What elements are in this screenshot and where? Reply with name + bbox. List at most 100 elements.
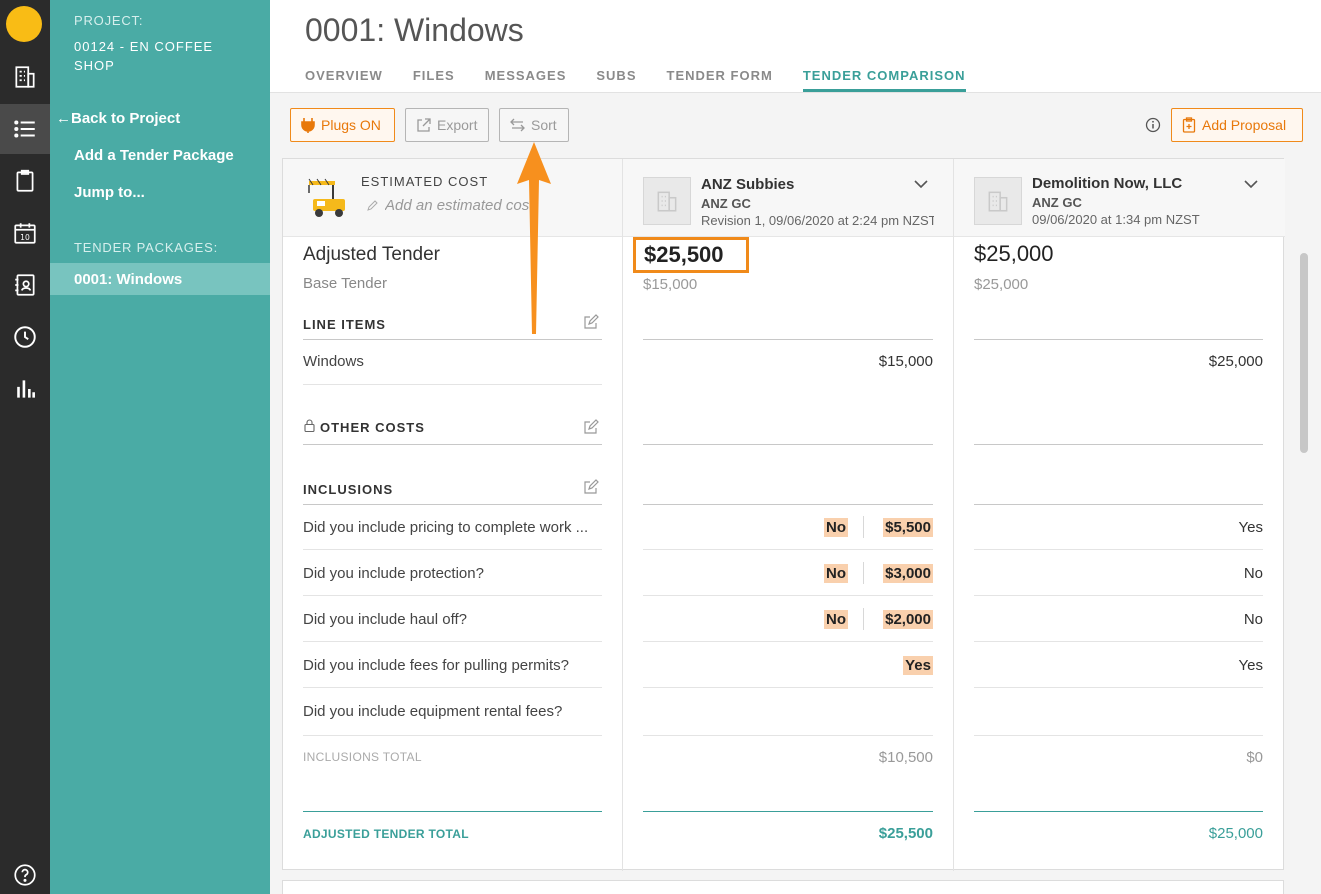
bidder-role: ANZ GC: [1032, 195, 1082, 210]
bidder-name[interactable]: Demolition Now, LLC: [1032, 175, 1182, 192]
crane-truck-icon: [308, 178, 345, 217]
sort-label: Sort: [531, 117, 557, 133]
edit-icon: [367, 200, 378, 211]
inclusions-total-value: $0: [1246, 749, 1263, 766]
edit-icon[interactable]: [583, 314, 599, 330]
inclusion-answer: No: [824, 564, 848, 583]
chevron-down-icon[interactable]: [914, 179, 928, 189]
tab-bar: OVERVIEW FILES MESSAGES SUBS TENDER FORM…: [305, 68, 966, 92]
plugs-on-button[interactable]: Plugs ON: [290, 108, 395, 142]
plugs-on-label: Plugs ON: [321, 117, 381, 133]
inclusion-answer: No: [824, 518, 848, 537]
sort-button[interactable]: Sort: [499, 108, 569, 142]
tab-files[interactable]: FILES: [413, 68, 455, 92]
tab-overview[interactable]: OVERVIEW: [305, 68, 383, 92]
bidder-name[interactable]: ANZ Subbies: [701, 176, 794, 193]
column-divider: [622, 159, 623, 871]
adjusted-total-label: ADJUSTED TENDER TOTAL: [303, 827, 469, 841]
help-icon[interactable]: [0, 850, 50, 894]
other-costs-heading: OTHER COSTS: [320, 420, 425, 435]
jump-to-link[interactable]: Jump to...: [74, 184, 145, 201]
back-arrow-icon: ←: [56, 110, 71, 127]
inclusion-answer: No: [824, 610, 848, 629]
tab-subs[interactable]: SUBS: [596, 68, 636, 92]
inclusions-total-value: $10,500: [878, 749, 933, 766]
line-item-value: $25,000: [1208, 353, 1263, 370]
info-icon[interactable]: [1145, 117, 1161, 133]
annotation-arrow-icon: [517, 142, 551, 334]
inclusion-answer: No: [1243, 611, 1263, 628]
main-content: 0001: Windows OVERVIEW FILES MESSAGES SU…: [270, 0, 1321, 894]
project-sidebar: PROJECT: 00124 - EN COFFEE SHOP ←Back to…: [50, 0, 270, 894]
inclusion-question: Did you include fees for pulling permits…: [303, 657, 569, 674]
tab-messages[interactable]: MESSAGES: [485, 68, 567, 92]
back-to-project-link[interactable]: ←Back to Project: [56, 110, 180, 127]
page-header: 0001: Windows OVERVIEW FILES MESSAGES SU…: [270, 0, 1321, 93]
page-title: 0001: Windows: [305, 12, 524, 48]
inclusion-question: Did you include pricing to complete work…: [303, 519, 589, 536]
inclusion-answer: No: [1243, 565, 1263, 582]
building-icon[interactable]: [0, 52, 50, 102]
clock-icon[interactable]: [0, 312, 50, 362]
sidebar-item-label: 0001: Windows: [74, 271, 183, 288]
chevron-down-icon[interactable]: [1244, 179, 1258, 189]
building-icon: [988, 191, 1008, 212]
lock-icon: [304, 419, 315, 432]
export-button[interactable]: Export: [405, 108, 489, 142]
list-icon[interactable]: [0, 104, 50, 154]
icon-rail: 10: [0, 0, 50, 894]
column-divider: [953, 159, 954, 871]
add-tender-package-link[interactable]: Add a Tender Package: [74, 147, 234, 164]
adjusted-tender-value: $25,500: [633, 237, 749, 273]
tab-tender-comparison[interactable]: TENDER COMPARISON: [802, 68, 966, 92]
inclusion-question: Did you include protection?: [303, 565, 484, 582]
app-logo[interactable]: [6, 6, 42, 42]
export-icon: [417, 117, 431, 132]
tender-packages-label: TENDER PACKAGES:: [74, 240, 219, 255]
project-name: 00124 - EN COFFEE SHOP: [74, 39, 214, 73]
base-tender-value: $15,000: [643, 276, 698, 293]
company-avatar: [643, 177, 691, 225]
inclusion-plug-value: $3,000: [883, 564, 933, 583]
bidder-role: ANZ GC: [701, 196, 751, 211]
sort-icon: [510, 118, 525, 132]
company-avatar: [974, 177, 1022, 225]
inclusions-total-label: INCLUSIONS TOTAL: [303, 750, 422, 764]
inclusion-question: Did you include equipment rental fees?: [303, 703, 563, 720]
inclusion-plug-value: $5,500: [883, 518, 933, 537]
edit-icon[interactable]: [583, 419, 599, 435]
inclusion-answer: Yes: [903, 656, 933, 675]
adjusted-tender-value: $25,000: [974, 241, 1054, 266]
add-proposal-label: Add Proposal: [1202, 117, 1287, 133]
inclusion-plug-value: $2,000: [883, 610, 933, 629]
line-item-value: $15,000: [878, 353, 933, 370]
clipboard-icon[interactable]: [0, 156, 50, 206]
inclusions-heading: INCLUSIONS: [303, 482, 394, 497]
bidder-revision: Revision 1, 09/06/2020 at 2:24 pm NZST: [701, 213, 934, 228]
contacts-icon[interactable]: [0, 260, 50, 310]
comparison-table: ESTIMATED COST Add an estimated cost ANZ…: [282, 158, 1285, 871]
line-items-heading: LINE ITEMS: [303, 317, 386, 332]
svg-text:10: 10: [20, 233, 30, 242]
inclusion-answer: Yes: [1238, 519, 1263, 536]
estimated-cost-label: ESTIMATED COST: [361, 174, 489, 189]
add-proposal-button[interactable]: Add Proposal: [1171, 108, 1303, 142]
base-tender-label: Base Tender: [303, 275, 387, 292]
inclusion-answer: Yes: [1238, 657, 1263, 674]
calendar-icon[interactable]: 10: [0, 208, 50, 258]
line-item-windows: Windows: [303, 353, 364, 370]
base-tender-value: $25,000: [974, 276, 1029, 293]
bidder-revision: 09/06/2020 at 1:34 pm NZST: [1032, 212, 1200, 227]
back-to-project-label: Back to Project: [71, 110, 181, 127]
edit-icon[interactable]: [583, 479, 599, 495]
adjusted-tender-label: Adjusted Tender: [303, 244, 440, 265]
add-proposal-icon: [1182, 117, 1196, 133]
chart-icon[interactable]: [0, 364, 50, 414]
adjusted-total-value: $25,000: [1208, 825, 1263, 842]
tab-tender-form[interactable]: TENDER FORM: [667, 68, 773, 92]
export-label: Export: [437, 117, 478, 133]
project-label: PROJECT:: [74, 13, 144, 28]
building-icon: [657, 191, 677, 212]
sidebar-item-package[interactable]: 0001: Windows: [50, 263, 270, 295]
vertical-scrollbar[interactable]: [1300, 253, 1308, 453]
